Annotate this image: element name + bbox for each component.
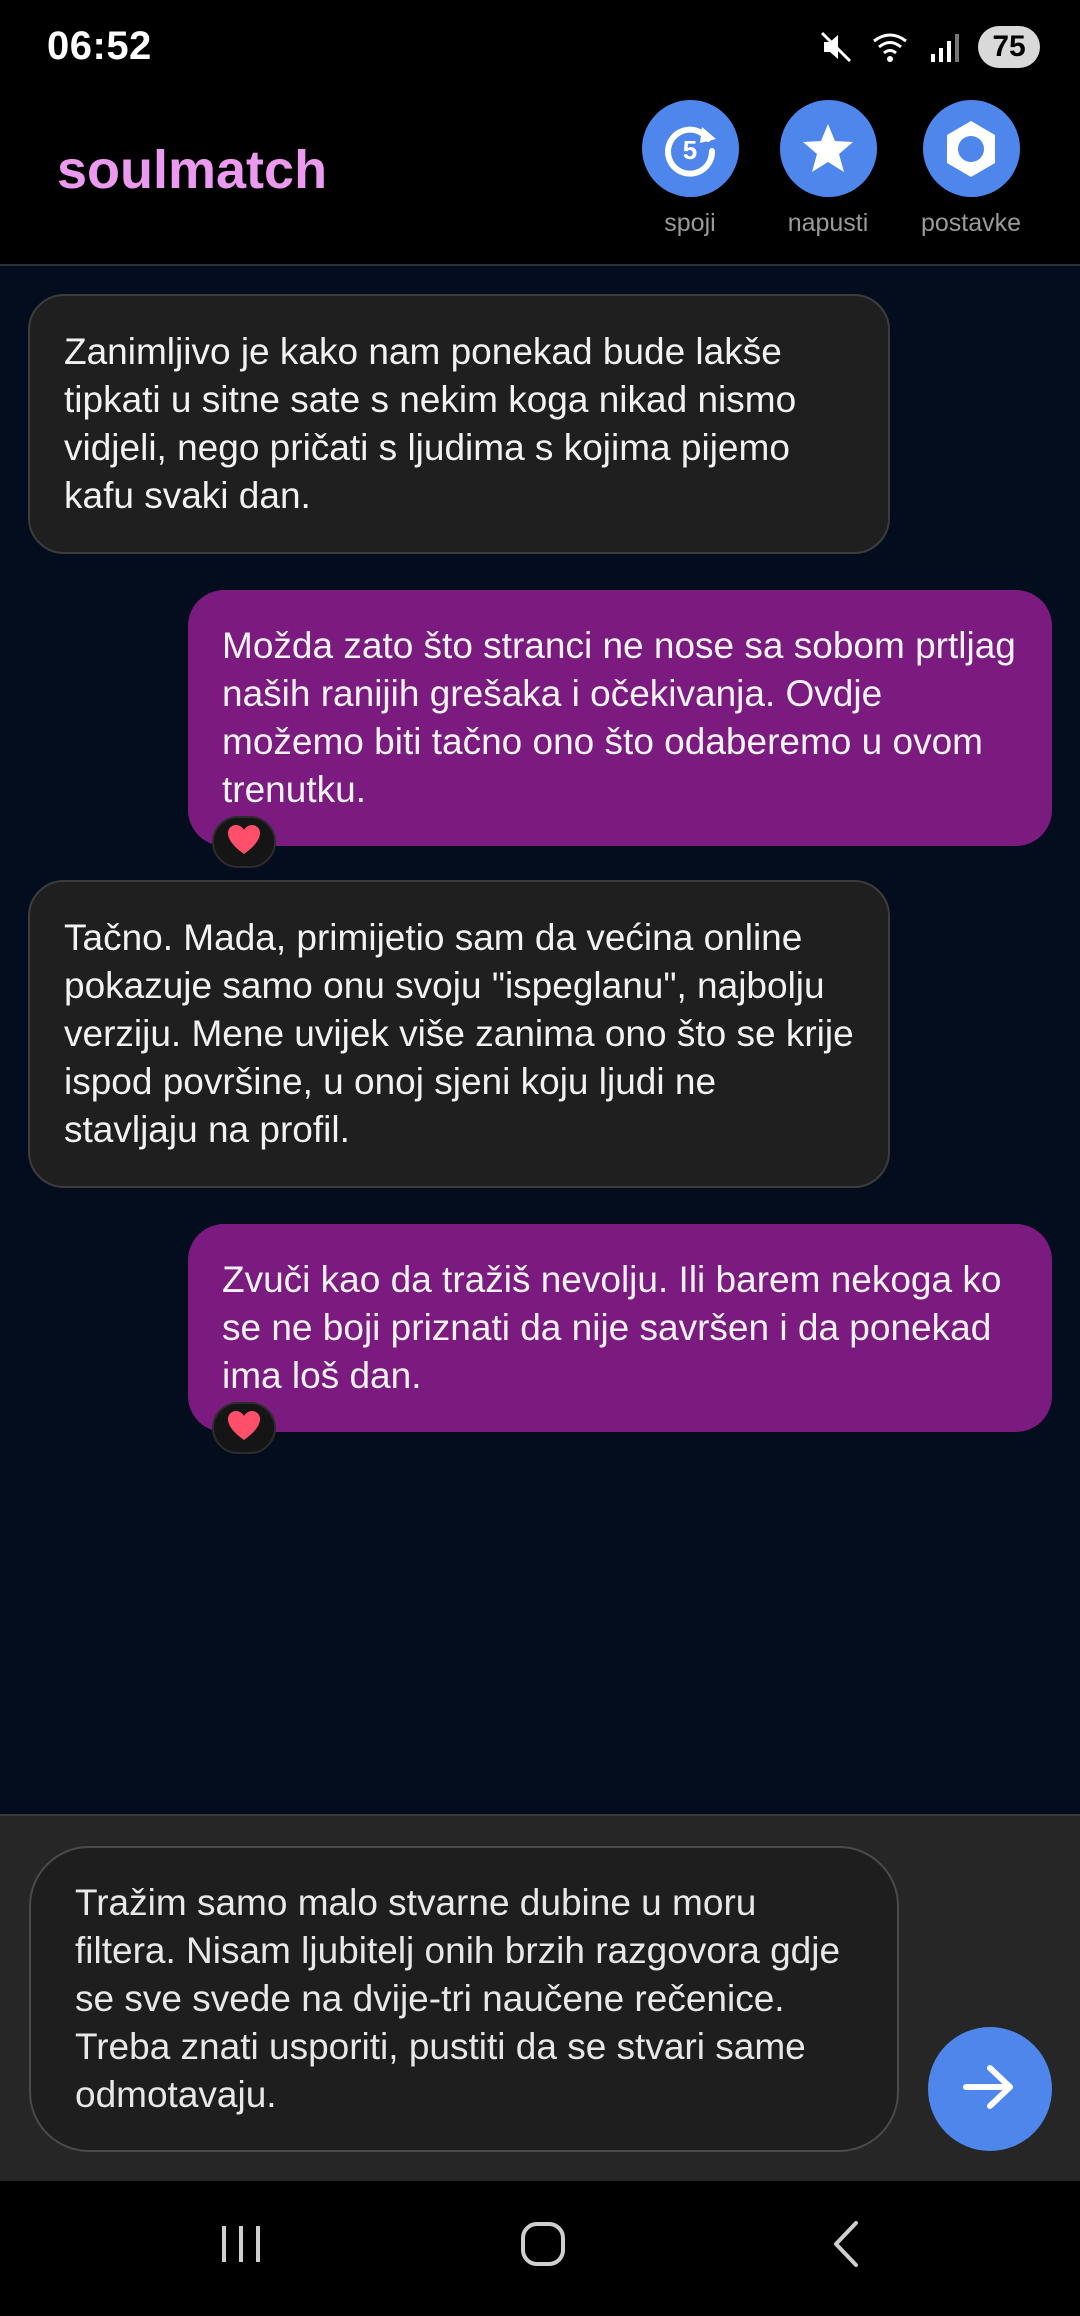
message-incoming[interactable]: Zanimljivo je kako nam ponekad bude lakš… [28,294,890,554]
gear-icon[interactable] [922,100,1020,197]
message-input-text: Tražim samo malo stvarne dubine u moru f… [75,1882,841,2115]
send-arrow-icon [960,2062,1020,2117]
app-header: soulmatch 5 spoji napusti postavke [0,95,1080,265]
home-icon [518,2219,568,2274]
recents-button[interactable] [201,2211,281,2281]
status-bar: 06:52 75 [0,0,1080,95]
recents-icon [216,2222,266,2271]
leave-button[interactable]: napusti [763,100,893,238]
send-button[interactable] [928,2027,1052,2151]
message-text: Zvuči kao da tražiš nevolju. Ili barem n… [222,1259,1002,1396]
rematch-button[interactable]: 5 spoji [625,100,755,238]
home-button[interactable] [503,2211,583,2281]
settings-label: postavke [920,209,1022,237]
message-incoming[interactable]: Tačno. Mada, primijetio sam da većina on… [28,880,890,1188]
nav-bar [0,2181,1080,2316]
back-button[interactable] [806,2211,886,2281]
heart-reaction[interactable] [212,816,276,868]
signal-icon [924,27,964,67]
mute-icon [816,27,856,67]
back-icon [826,2219,866,2274]
star-icon[interactable] [779,100,877,197]
wifi-icon [870,27,910,67]
rematch-icon[interactable]: 5 [641,100,739,197]
composer: Tražim samo malo stvarne dubine u moru f… [0,1814,1080,2181]
status-icons: 75 [816,24,1040,70]
app-title: soulmatch [57,140,328,200]
status-time: 06:52 [47,24,152,68]
message-text: Zanimljivo je kako nam ponekad bude lakš… [64,331,797,516]
battery-level: 75 [978,26,1040,68]
heart-icon [226,824,262,861]
message-input[interactable]: Tražim samo malo stvarne dubine u moru f… [29,1846,899,2152]
message-text: Tačno. Mada, primijetio sam da većina on… [64,917,854,1150]
chat-area[interactable]: Zanimljivo je kako nam ponekad bude lakš… [0,266,1080,1814]
rematch-badge: 5 [683,135,697,165]
heart-reaction[interactable] [212,1402,276,1454]
heart-icon [226,1410,262,1447]
message-outgoing[interactable]: Zvuči kao da tražiš nevolju. Ili barem n… [188,1224,1052,1432]
message-text: Možda zato što stranci ne nose sa sobom … [222,625,1016,810]
message-outgoing[interactable]: Možda zato što stranci ne nose sa sobom … [188,590,1052,846]
rematch-label: spoji [664,209,716,237]
settings-button[interactable]: postavke [906,100,1036,238]
leave-label: napusti [787,209,869,237]
